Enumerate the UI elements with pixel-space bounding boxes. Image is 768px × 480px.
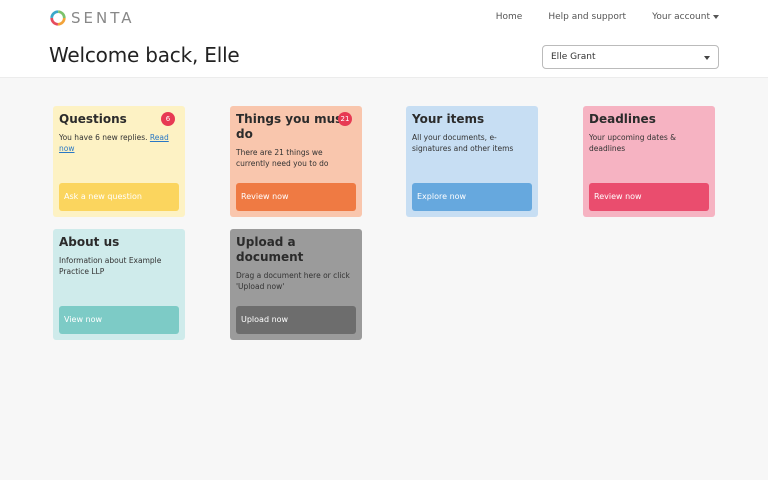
ask-question-button[interactable]: Ask a new question: [59, 183, 179, 211]
tile-text: Drag a document here or click 'Upload no…: [236, 271, 350, 291]
count-badge: 6: [161, 112, 175, 126]
tile-things-to-do: Things you must do 21 There are 21 thing…: [230, 106, 362, 217]
top-nav: Home Help and support Your account: [496, 12, 719, 22]
tile-questions: Questions 6 You have 6 new replies. Read…: [53, 106, 185, 217]
review-deadlines-button[interactable]: Review now: [589, 183, 709, 211]
view-about-button[interactable]: View now: [59, 306, 179, 334]
count-badge: 21: [338, 112, 352, 126]
tile-title: Deadlines: [589, 112, 656, 126]
tile-title: Upload a document: [236, 235, 304, 264]
tile-text: You have 6 new replies.: [59, 133, 148, 142]
tile-upload-document[interactable]: Upload a document Drag a document here o…: [230, 229, 362, 340]
user-select-value: Elle Grant: [551, 52, 596, 62]
nav-home[interactable]: Home: [496, 12, 523, 22]
tile-description: You have 6 new replies. Read now: [59, 133, 179, 154]
tile-your-items: Your items All your documents, e-signatu…: [406, 106, 538, 217]
explore-items-button[interactable]: Explore now: [412, 183, 532, 211]
tile-deadlines: Deadlines Your upcoming dates & deadline…: [583, 106, 715, 217]
header: SENTA Home Help and support Your account…: [0, 0, 768, 78]
logo[interactable]: SENTA: [49, 9, 134, 27]
tile-about-us: About us Information about Example Pract…: [53, 229, 185, 340]
upload-now-button[interactable]: Upload now: [236, 306, 356, 334]
user-select[interactable]: Elle Grant: [542, 45, 719, 69]
nav-account[interactable]: Your account: [652, 12, 719, 22]
nav-help[interactable]: Help and support: [548, 12, 626, 22]
nav-account-label: Your account: [652, 12, 710, 22]
tile-title: About us: [59, 235, 120, 249]
tile-text: All your documents, e-signatures and oth…: [412, 133, 514, 153]
tile-title: Your items: [412, 112, 485, 126]
page-title: Welcome back, Elle: [49, 43, 240, 67]
senta-logo-icon: [50, 10, 66, 26]
tile-text: Your upcoming dates & deadlines: [589, 133, 676, 153]
chevron-down-icon: [704, 56, 710, 60]
tile-text: There are 21 things we currently need yo…: [236, 148, 329, 168]
brand-name: SENTA: [71, 9, 135, 27]
tile-text: Information about Example Practice LLP: [59, 256, 162, 276]
chevron-down-icon: [713, 14, 719, 19]
review-tasks-button[interactable]: Review now: [236, 183, 356, 211]
